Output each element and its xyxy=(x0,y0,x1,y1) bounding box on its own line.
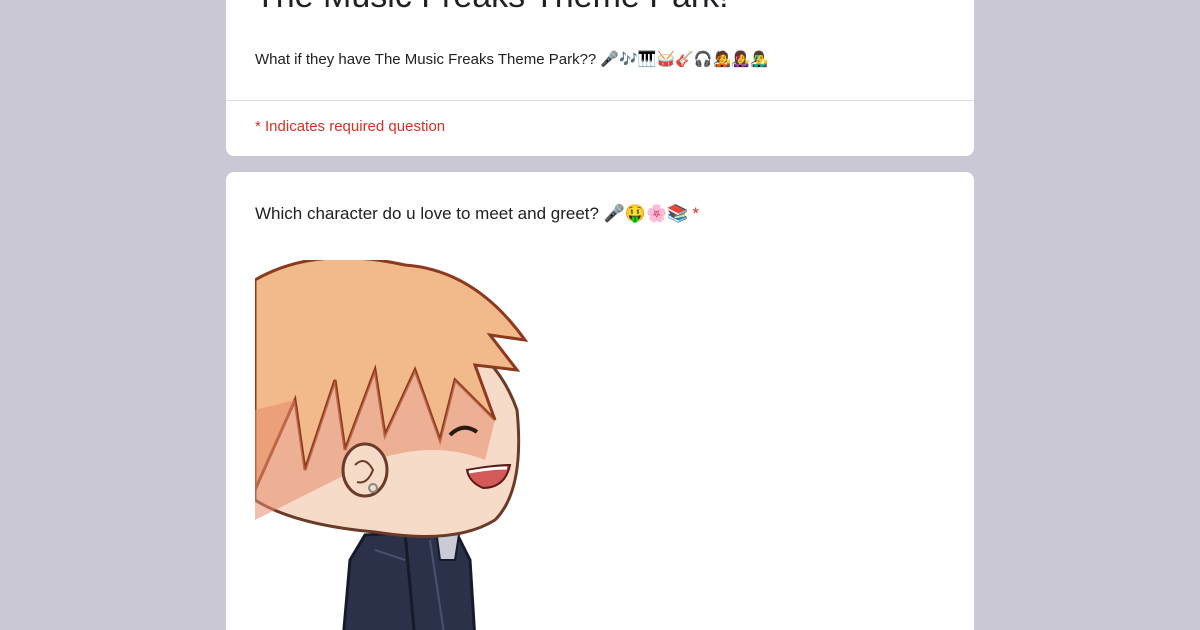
required-note: * Indicates required question xyxy=(255,118,446,135)
question-title: Which character do u love to meet and gr… xyxy=(255,204,689,223)
form-page: The Music Freaks Theme Park! What if the… xyxy=(0,0,1200,630)
question-card: Which character do u love to meet and gr… xyxy=(226,172,974,630)
form-description: What if they have The Music Freaks Theme… xyxy=(255,51,769,68)
required-asterisk: * xyxy=(692,204,699,223)
form-header-card: The Music Freaks Theme Park! What if the… xyxy=(226,0,974,156)
question-title-row: Which character do u love to meet and gr… xyxy=(255,202,699,226)
character-image xyxy=(255,260,529,630)
header-divider xyxy=(226,100,974,101)
form-title: The Music Freaks Theme Park! xyxy=(255,0,729,16)
